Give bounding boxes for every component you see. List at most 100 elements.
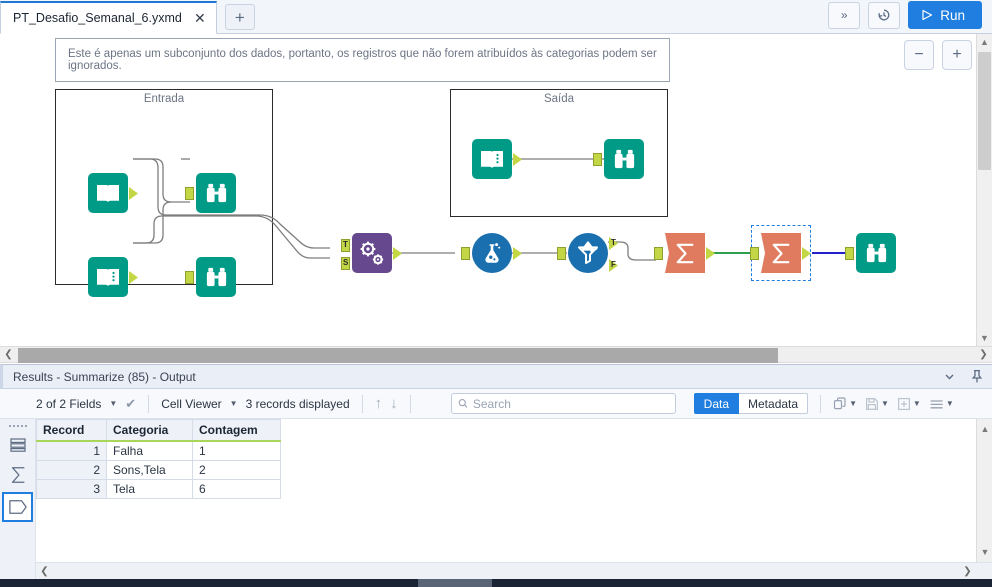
input-data-tool-3[interactable]: [472, 139, 522, 179]
chevron-down-icon[interactable]: [943, 370, 956, 383]
results-data-grid[interactable]: Record Categoria Contagem 1 Falha 1 2 So…: [36, 419, 976, 579]
results-vertical-scrollbar[interactable]: ▲ ▼: [976, 419, 992, 562]
comment-annotation[interactable]: Este é apenas um subconjunto dos dados, …: [55, 38, 670, 82]
scroll-up-icon[interactable]: ▲: [977, 34, 992, 50]
browse-tool-4[interactable]: [845, 233, 896, 273]
scroll-up-icon[interactable]: ▲: [977, 421, 992, 437]
chevron-down-icon[interactable]: ▼: [109, 399, 117, 408]
results-table: Record Categoria Contagem 1 Falha 1 2 So…: [36, 419, 281, 499]
container-title-saida: Saída: [543, 93, 575, 105]
column-header-contagem[interactable]: Contagem: [192, 419, 281, 442]
cell-record: 2: [36, 460, 107, 480]
input-anchor[interactable]: [845, 247, 854, 260]
menu-button[interactable]: ▼: [929, 397, 954, 411]
copy-button[interactable]: ▼: [833, 396, 857, 411]
os-taskbar-active-item[interactable]: [418, 579, 492, 587]
scroll-left-icon[interactable]: ❮: [36, 563, 53, 580]
close-icon[interactable]: ✕: [192, 10, 208, 26]
scrollbar-thumb[interactable]: [18, 348, 778, 363]
output-anchor[interactable]: [706, 247, 715, 260]
summarize-icon: [761, 233, 801, 273]
tab-data[interactable]: Data: [693, 393, 740, 414]
os-taskbar: [0, 579, 992, 587]
table-row[interactable]: 1 Falha 1: [36, 440, 281, 461]
anchor-label-t: T: [343, 240, 348, 249]
search-input[interactable]: [472, 396, 669, 411]
check-icon[interactable]: ✔: [125, 396, 136, 412]
history-icon[interactable]: [868, 1, 901, 29]
drag-grip-icon[interactable]: [0, 419, 35, 430]
flask-icon: [472, 233, 512, 273]
results-horizontal-scrollbar[interactable]: ❮ ❯: [36, 562, 992, 579]
data-cleansing-tool[interactable]: [461, 233, 522, 273]
table-header-row: Record Categoria Contagem: [36, 419, 281, 442]
input-data-icon: [88, 257, 128, 297]
hamburger-icon: [930, 399, 943, 408]
workflow-canvas[interactable]: Este é apenas um subconjunto dos dados, …: [0, 34, 992, 346]
input-anchor[interactable]: [750, 247, 759, 260]
summarize-tool-2[interactable]: [750, 233, 811, 273]
browse-tool-2[interactable]: [185, 257, 236, 297]
input-anchor[interactable]: [461, 247, 470, 260]
workflow-tab[interactable]: PT_Desafio_Semanal_6.yxmd ✕: [0, 1, 217, 34]
run-button-label: Run: [940, 7, 965, 23]
filter-tool[interactable]: T F: [557, 233, 618, 273]
browse-tool-3[interactable]: [593, 139, 644, 179]
data-metadata-toggle: Data Metadata: [693, 393, 809, 414]
scrollbar-thumb[interactable]: [978, 52, 991, 170]
new-tab-button[interactable]: +: [224, 4, 255, 30]
overflow-chevron-icon[interactable]: »: [828, 1, 861, 29]
output-anchor-icon[interactable]: [2, 492, 33, 522]
divider: [820, 394, 822, 413]
scroll-right-icon[interactable]: ❯: [959, 563, 976, 580]
add-button[interactable]: ▼: [897, 397, 921, 411]
column-header-record[interactable]: Record: [36, 419, 107, 442]
canvas-horizontal-scrollbar[interactable]: ❮ ❯: [0, 346, 992, 363]
input-anchor[interactable]: [185, 187, 194, 200]
input-data-tool-2[interactable]: [88, 257, 138, 297]
input-anchor[interactable]: [557, 247, 566, 260]
save-button[interactable]: ▼: [865, 397, 889, 411]
browse-icon: [856, 233, 896, 273]
pin-icon[interactable]: [970, 369, 984, 384]
canvas-vertical-scrollbar[interactable]: ▲ ▼: [976, 34, 992, 346]
table-row[interactable]: 2 Sons,Tela 2: [36, 460, 281, 480]
scroll-right-icon[interactable]: ❯: [975, 346, 992, 363]
all-results-icon[interactable]: [0, 430, 35, 460]
find-replace-icon: [352, 233, 392, 273]
summarize-tool-icon[interactable]: [0, 460, 35, 490]
scroll-left-icon[interactable]: ❮: [0, 346, 17, 363]
input-anchor[interactable]: [185, 271, 194, 284]
browse-tool-1[interactable]: [185, 173, 236, 213]
search-icon: [458, 399, 468, 408]
table-row[interactable]: 3 Tela 6: [36, 479, 281, 499]
column-header-categoria[interactable]: Categoria: [106, 419, 193, 442]
cell-categoria: Tela: [106, 479, 193, 499]
fields-selector-label[interactable]: 2 of 2 Fields: [36, 397, 101, 411]
input-data-tool-1[interactable]: [88, 173, 138, 213]
anchor-label-f: F: [611, 260, 616, 269]
output-anchor[interactable]: [513, 247, 522, 260]
scroll-down-icon[interactable]: ▼: [977, 330, 992, 346]
input-anchor[interactable]: [593, 153, 602, 166]
zoom-in-button[interactable]: +: [942, 40, 972, 70]
find-replace-tool[interactable]: T S: [341, 233, 402, 273]
anchor-label-s: S: [343, 258, 349, 267]
search-input-wrapper[interactable]: [450, 393, 676, 414]
input-anchor[interactable]: [654, 247, 663, 260]
records-displayed-label: 3 records displayed: [245, 396, 350, 411]
workflow-tab-bar: PT_Desafio_Semanal_6.yxmd ✕ + » Run: [0, 0, 992, 34]
summarize-tool-1[interactable]: [654, 233, 715, 273]
scroll-down-icon[interactable]: ▼: [977, 544, 992, 560]
scroll-up-arrow-button[interactable]: ↑: [375, 395, 383, 412]
cell-viewer-label[interactable]: Cell Viewer: [161, 397, 221, 411]
run-button[interactable]: Run: [908, 1, 982, 29]
output-anchor[interactable]: [393, 247, 402, 260]
tab-metadata[interactable]: Metadata: [739, 393, 809, 414]
scroll-down-arrow-button[interactable]: ↓: [390, 395, 398, 412]
toolbar-actions: » Run: [828, 1, 992, 33]
results-side-rail: [0, 419, 36, 579]
chevron-down-icon[interactable]: ▼: [230, 399, 238, 408]
cell-record: 1: [36, 440, 107, 461]
zoom-out-button[interactable]: −: [904, 40, 934, 70]
